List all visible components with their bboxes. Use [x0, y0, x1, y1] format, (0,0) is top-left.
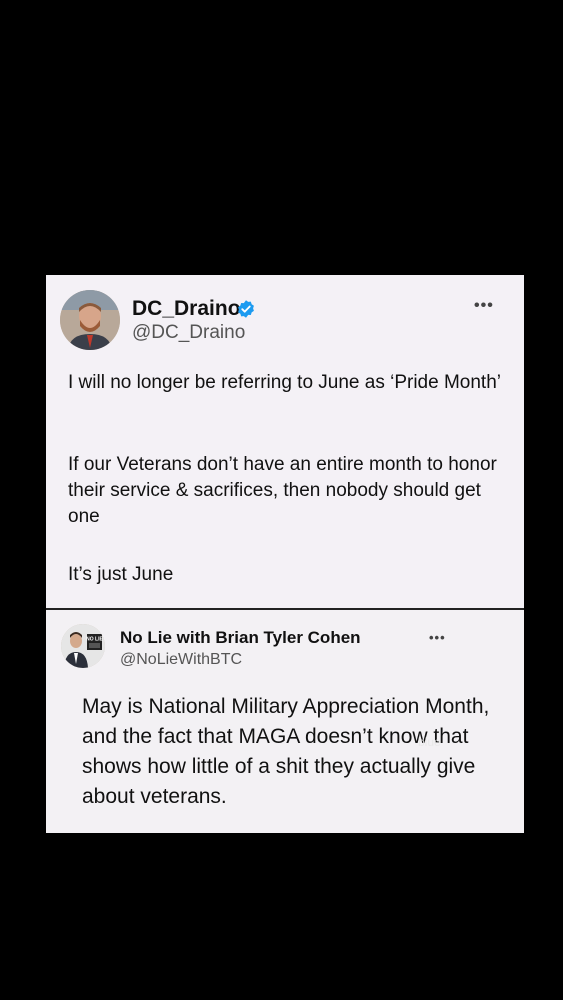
display-name[interactable]: DC_Draino — [132, 297, 241, 321]
handle[interactable]: @DC_Draino — [132, 322, 245, 344]
verified-badge-icon — [238, 300, 254, 318]
tweet-card-dc-draino[interactable]: DC_Draino @DC_Draino ••• I will no longe… — [46, 275, 524, 609]
display-name[interactable]: No Lie with Brian Tyler Cohen — [120, 628, 361, 648]
tweet-text-paragraph: It’s just June — [68, 564, 174, 585]
watermark: blue — [418, 735, 441, 749]
tweet-card-no-lie[interactable]: NO LIE No Lie with Brian Tyler Cohen @No… — [46, 610, 524, 833]
avatar-logo-text: NO LIE — [86, 637, 103, 643]
tweet-text-paragraph: If our Veterans don’t have an entire mon… — [68, 454, 497, 527]
handle[interactable]: @NoLieWithBTC — [120, 651, 242, 669]
avatar[interactable]: NO LIE — [61, 624, 105, 668]
more-options-icon[interactable]: ••• — [474, 297, 494, 315]
avatar[interactable] — [60, 290, 120, 350]
avatar-image — [60, 290, 120, 350]
tweet-text: May is National Military Appreciation Mo… — [82, 695, 490, 808]
avatar-image: NO LIE — [61, 624, 105, 668]
tweet-text-paragraph: I will no longer be referring to June as… — [68, 372, 502, 393]
more-options-icon[interactable]: ••• — [429, 630, 446, 645]
